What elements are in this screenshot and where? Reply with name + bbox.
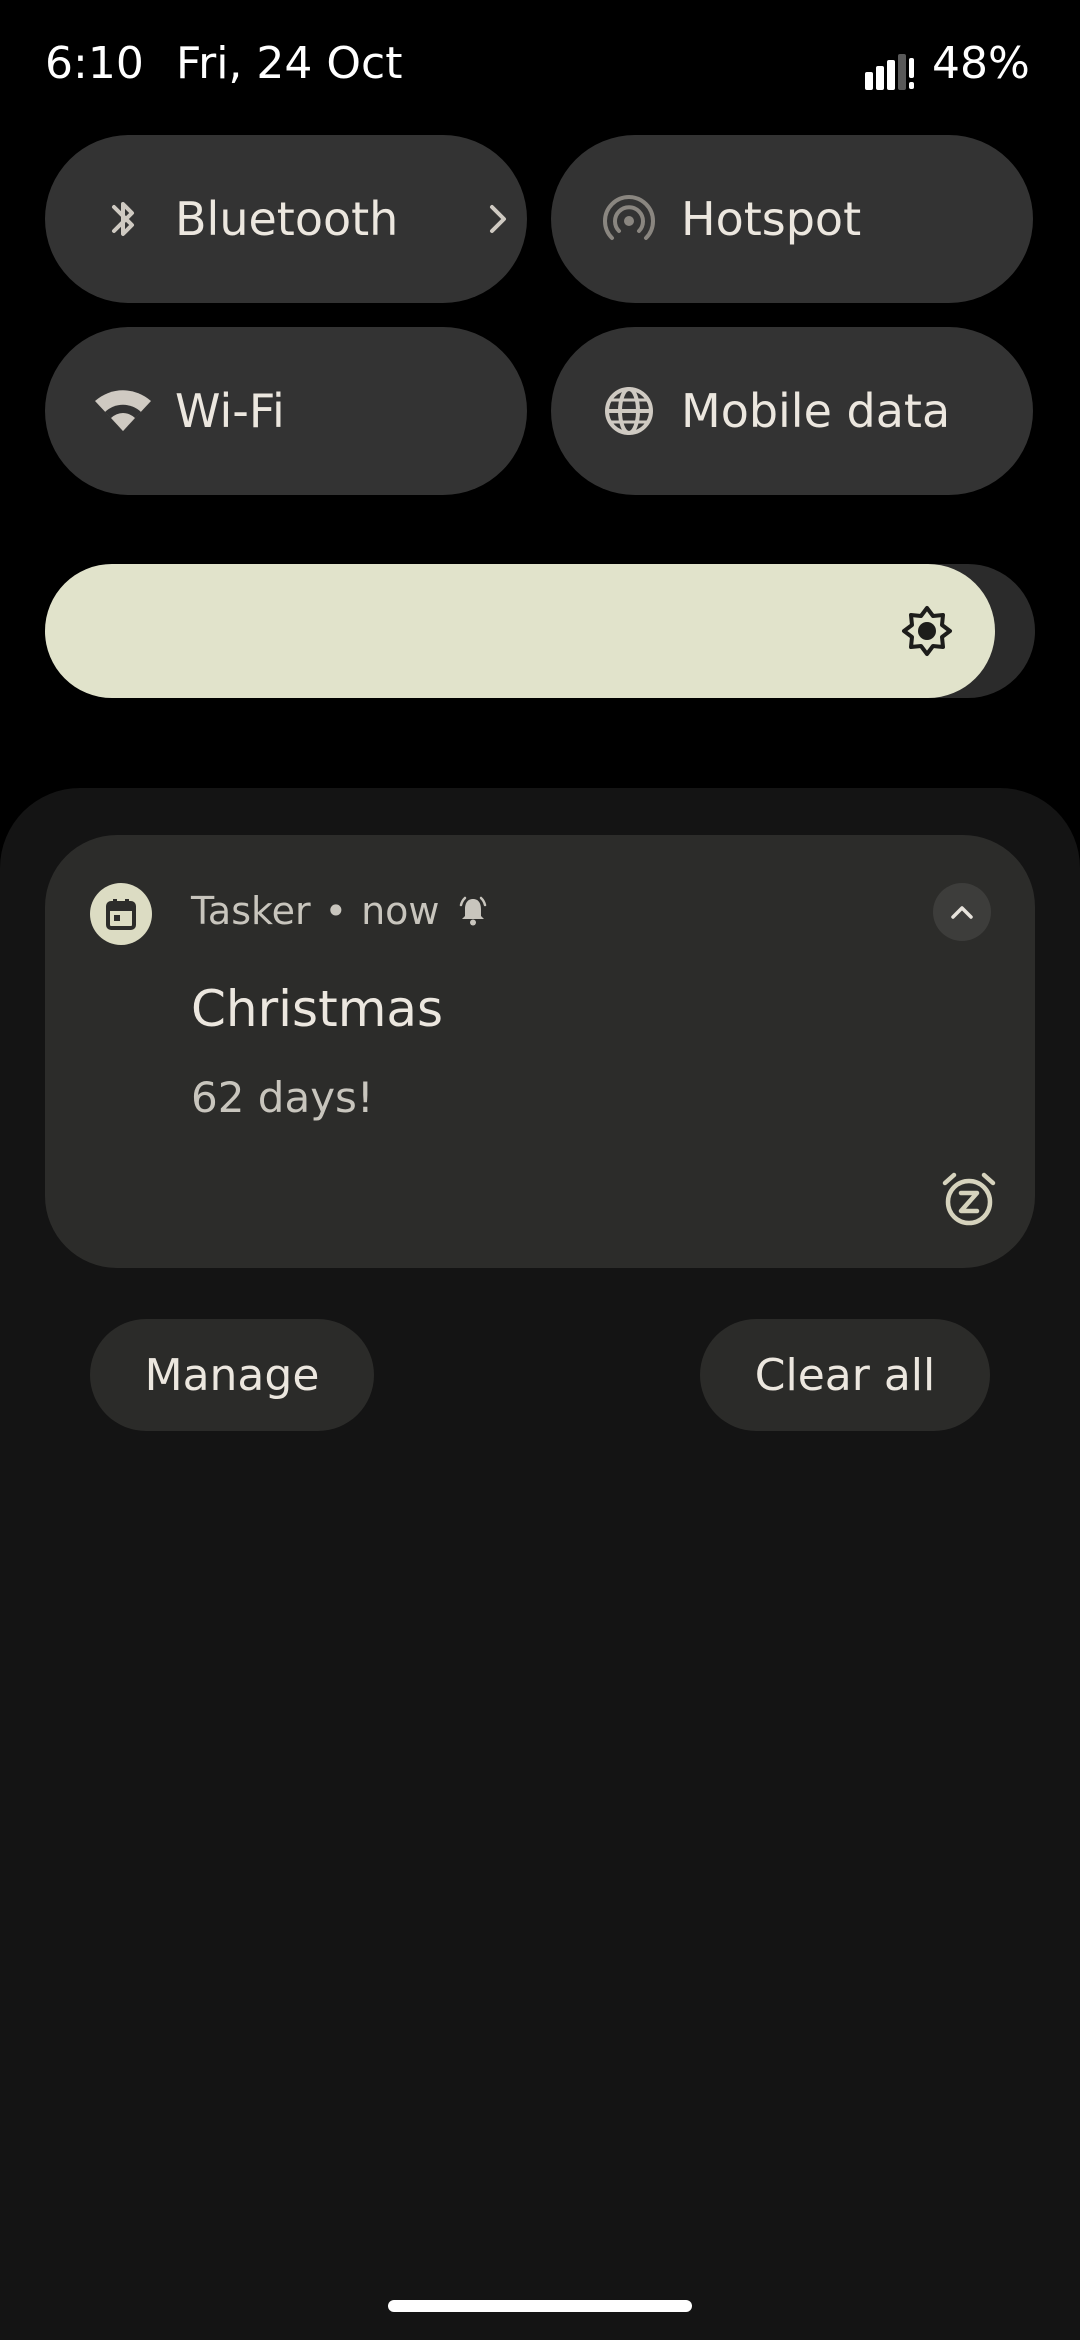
status-bar: 6:10 Fri, 24 Oct 48% <box>0 0 1080 130</box>
snooze-icon[interactable] <box>939 1169 999 1229</box>
signal-icon <box>865 54 914 90</box>
bluetooth-label: Bluetooth <box>175 192 399 246</box>
status-date: Fri, 24 Oct <box>176 38 403 89</box>
notification-card[interactable]: Tasker • now Christmas 62 days! <box>45 835 1035 1268</box>
app-icon <box>90 883 152 945</box>
notification-text: 62 days! <box>191 1073 374 1122</box>
wifi-tile[interactable]: Wi-Fi <box>45 327 527 495</box>
brightness-slider[interactable] <box>45 564 1035 698</box>
collapse-button[interactable] <box>933 883 991 941</box>
hotspot-tile[interactable]: Hotspot <box>551 135 1033 303</box>
globe-icon <box>605 387 653 435</box>
notification-header: Tasker • now <box>191 889 490 933</box>
wifi-icon <box>95 390 151 431</box>
header-separator: • <box>324 889 348 933</box>
brightness-icon <box>902 606 952 656</box>
mobile-data-label: Mobile data <box>681 384 951 438</box>
clear-all-button[interactable]: Clear all <box>700 1319 990 1431</box>
bell-icon <box>459 896 486 926</box>
hotspot-label: Hotspot <box>681 192 862 246</box>
brightness-level-fill[interactable] <box>45 564 996 698</box>
gesture-handle[interactable] <box>388 2300 692 2312</box>
chevron-up-icon <box>951 906 973 919</box>
notification-title: Christmas <box>191 980 444 1038</box>
notification-shade-screen: 6:10 Fri, 24 Oct 48% Bluetooth Hotspot W… <box>0 0 1080 2340</box>
battery-percentage: 48% <box>932 38 1030 89</box>
chevron-right-icon[interactable] <box>483 199 513 239</box>
manage-button[interactable]: Manage <box>90 1319 374 1431</box>
mobile-data-tile[interactable]: Mobile data <box>551 327 1033 495</box>
wifi-label: Wi-Fi <box>175 384 285 438</box>
notification-time: now <box>361 889 440 933</box>
bluetooth-icon <box>112 202 134 236</box>
calendar-icon <box>106 899 136 930</box>
app-name: Tasker <box>191 889 311 933</box>
hotspot-icon <box>603 195 655 240</box>
bluetooth-tile[interactable]: Bluetooth <box>45 135 527 303</box>
status-time: 6:10 <box>45 38 144 89</box>
